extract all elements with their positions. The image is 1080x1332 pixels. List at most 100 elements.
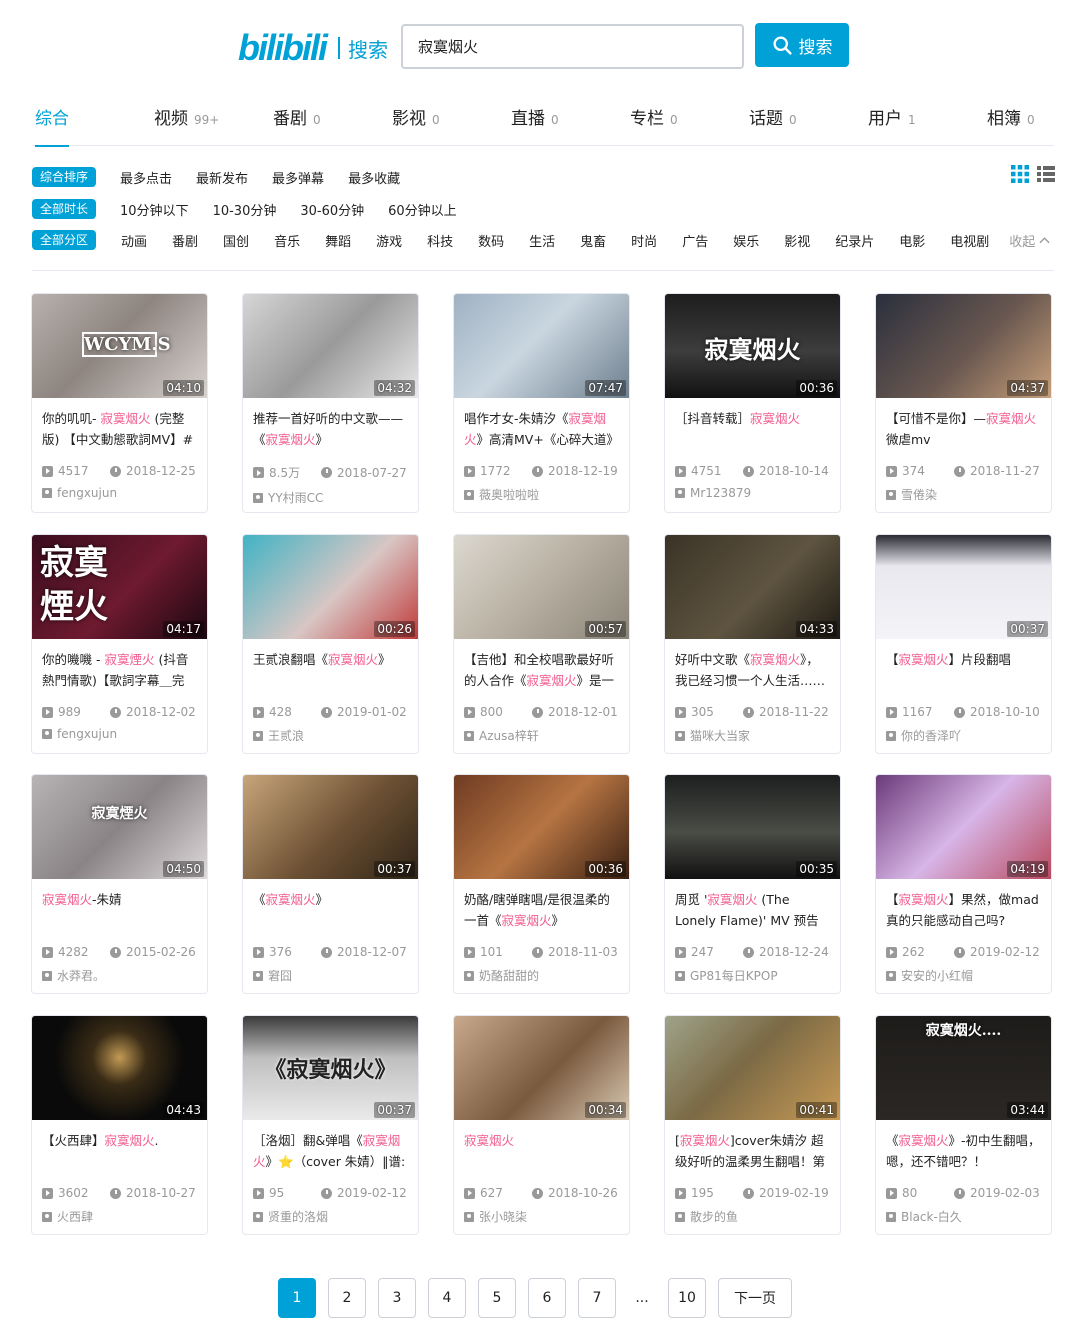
video-thumbnail[interactable]: 04:32	[243, 294, 418, 398]
sort-option[interactable]: 最新发布	[196, 168, 248, 187]
video-thumbnail[interactable]: 07:47	[454, 294, 629, 398]
video-card[interactable]: 04:19 【寂寞烟火】果然，做mad真的只能感动自己吗? 262 2019-02-1…	[875, 774, 1052, 994]
next-page-button[interactable]: 下一页	[718, 1278, 792, 1318]
video-title[interactable]: [寂寞烟火]cover朱婧汐 超级好听的温柔男生翻唱！第一	[675, 1130, 830, 1172]
video-card[interactable]: 00:26 王贰浪翻唱《寂寞烟火》 428 2019-01-02 王贰浪	[242, 534, 419, 754]
zone-option[interactable]: 舞蹈	[325, 231, 351, 250]
page-button-6[interactable]: 6	[528, 1278, 566, 1318]
zone-option[interactable]: 游戏	[376, 231, 402, 250]
zone-option[interactable]: 数码	[478, 231, 504, 250]
zone-option[interactable]: 鬼畜	[580, 231, 606, 250]
uploader[interactable]: 猫咪大当家	[675, 727, 830, 744]
video-title[interactable]: 周觅 '寂寞烟火 (The Lonely Flame)' MV 预告	[675, 889, 830, 931]
zone-option[interactable]: 音乐	[274, 231, 300, 250]
uploader[interactable]: 奶酪甜甜的	[464, 967, 619, 984]
uploader[interactable]: YY村雨CC	[253, 489, 408, 506]
video-title[interactable]: ［抖音转载］寂寞烟火	[675, 408, 830, 450]
video-title[interactable]: 奶酪/瞎弹瞎唱/是很温柔的一首《寂寞烟火》	[464, 889, 619, 931]
tab-1[interactable]: 视频 99+	[154, 104, 219, 140]
list-view-icon[interactable]	[1037, 165, 1055, 183]
tab-4[interactable]: 直播 0	[511, 104, 559, 140]
duration-option[interactable]: 60分钟以上	[388, 200, 457, 219]
video-card[interactable]: 04:33 好听中文歌《寂寞烟火》，我已经习惯一个人生活…… 305 2018-11-…	[664, 534, 841, 754]
video-title[interactable]: 你的嘰嘰 - 寂寞煙火 (抖音熱門情歌)【歌詞字幕＿完	[42, 649, 197, 691]
video-card[interactable]: 00:37 【寂寞烟火】片段翻唱 1167 2018-10-10 你的香泽吖	[875, 534, 1052, 754]
page-button-10[interactable]: 10	[668, 1278, 706, 1318]
video-card[interactable]: 寂寞烟火 00:36 ［抖音转载］寂寞烟火 4751 2018-10-14 Mr12387…	[664, 293, 841, 513]
video-title[interactable]: 好听中文歌《寂寞烟火》，我已经习惯一个人生活……	[675, 649, 830, 691]
video-thumbnail[interactable]: 寂寞烟火 00:36	[665, 294, 840, 398]
video-card[interactable]: 00:34 寂寞烟火 627 2018-10-26 张小晓柒	[453, 1015, 630, 1235]
zone-option[interactable]: 娱乐	[733, 231, 759, 250]
uploader[interactable]: 火西肆	[42, 1208, 197, 1225]
sort-option[interactable]: 最多弹幕	[272, 168, 324, 187]
uploader[interactable]: 安安的小红帽	[886, 967, 1041, 984]
video-title[interactable]: 寂寞烟火	[464, 1130, 619, 1172]
uploader[interactable]: 王贰浪	[253, 727, 408, 744]
video-thumbnail[interactable]: 00:37	[876, 535, 1051, 639]
zone-active-chip[interactable]: 全部分区	[32, 230, 97, 250]
zone-option[interactable]: 国创	[223, 231, 249, 250]
tab-8[interactable]: 相簿 0	[987, 104, 1035, 140]
uploader[interactable]: 张小晓柒	[464, 1208, 619, 1225]
grid-view-icon[interactable]	[1011, 165, 1029, 183]
video-card[interactable]: 寂寞煙火 04:50 寂寞烟火-朱婧 4282 2015-02-26 水莽君。	[31, 774, 208, 994]
video-title[interactable]: 寂寞烟火-朱婧	[42, 889, 197, 931]
tab-3[interactable]: 影视 0	[392, 104, 440, 140]
video-card[interactable]: 寂寞煙火 04:17 你的嘰嘰 - 寂寞煙火 (抖音熱門情歌)【歌詞字幕＿完 989 2…	[31, 534, 208, 754]
zone-option[interactable]: 番剧	[172, 231, 198, 250]
video-thumbnail[interactable]: 04:19	[876, 775, 1051, 879]
duration-option[interactable]: 10-30分钟	[213, 200, 277, 219]
video-title[interactable]: 【寂寞烟火】果然，做mad真的只能感动自己吗?	[886, 889, 1041, 931]
duration-active-chip[interactable]: 全部时长	[32, 199, 97, 219]
video-title[interactable]: 你的叽叽- 寂寞烟火 (完整版) 【中文動態歌詞MV】#	[42, 408, 197, 450]
video-title[interactable]: 推荐一首好听的中文歌——《寂寞烟火》	[253, 408, 408, 450]
zone-option[interactable]: 时尚	[631, 231, 657, 250]
video-card[interactable]: 00:37 《寂寞烟火》 376 2018-12-07 窘囧	[242, 774, 419, 994]
video-title[interactable]: 《寂寞烟火》-初中生翻唱，嗯，还不错吧？！	[886, 1130, 1041, 1172]
video-title[interactable]: 《寂寞烟火》	[253, 889, 408, 931]
video-thumbnail[interactable]: 00:41	[665, 1016, 840, 1120]
zone-option[interactable]: 科技	[427, 231, 453, 250]
video-thumbnail[interactable]: 《寂寞烟火》 00:37	[243, 1016, 418, 1120]
video-card[interactable]: 寂寞烟火.... 03:44 《寂寞烟火》-初中生翻唱，嗯，还不错吧？！ 80 2019…	[875, 1015, 1052, 1235]
video-thumbnail[interactable]: 04:43	[32, 1016, 207, 1120]
zone-option[interactable]: 广告	[682, 231, 708, 250]
video-thumbnail[interactable]: 寂寞烟火.... 03:44	[876, 1016, 1051, 1120]
uploader[interactable]: 贤重的洛烟	[253, 1208, 408, 1225]
duration-option[interactable]: 10分钟以下	[120, 200, 189, 219]
uploader[interactable]: 薇奥啦啦啦	[464, 486, 619, 503]
uploader[interactable]: 雪倦染	[886, 486, 1041, 503]
video-title[interactable]: 【可惜不是你】—寂寞烟火微虐mv	[886, 408, 1041, 450]
search-button[interactable]: 搜索	[755, 23, 849, 67]
video-thumbnail[interactable]: 04:33	[665, 535, 840, 639]
video-card[interactable]: 04:43 【火西肆】寂寞烟火. 3602 2018-10-27 火西肆	[31, 1015, 208, 1235]
search-input[interactable]: 寂寞烟火	[401, 24, 744, 69]
bilibili-logo[interactable]: bilibili 搜索	[238, 27, 388, 68]
video-card[interactable]: 《寂寞烟火》 00:37 ［洛烟］翻&弹唱《寂寞烟火》⭐（cover 朱婧）‖谱: 9…	[242, 1015, 419, 1235]
page-button-5[interactable]: 5	[478, 1278, 516, 1318]
uploader[interactable]: Black-白久	[886, 1208, 1041, 1225]
zone-collapse-button[interactable]: 收起	[1009, 231, 1050, 250]
uploader[interactable]: fengxujun	[42, 486, 197, 500]
page-button-1[interactable]: 1	[278, 1278, 316, 1318]
video-card[interactable]: 00:41 [寂寞烟火]cover朱婧汐 超级好听的温柔男生翻唱！第一 195 201…	[664, 1015, 841, 1235]
video-title[interactable]: 唱作才女-朱婧汐《寂寞烟火》高清MV+《心碎大道》	[464, 408, 619, 450]
video-title[interactable]: 王贰浪翻唱《寂寞烟火》	[253, 649, 408, 691]
video-title[interactable]: 【寂寞烟火】片段翻唱	[886, 649, 1041, 691]
zone-option[interactable]: 电影	[899, 231, 925, 250]
uploader[interactable]: 散步的鱼	[675, 1208, 830, 1225]
video-card[interactable]: 04:32 推荐一首好听的中文歌——《寂寞烟火》 8.5万 2018-07-27 YY村…	[242, 293, 419, 513]
video-card[interactable]: 00:36 奶酪/瞎弹瞎唱/是很温柔的一首《寂寞烟火》 101 2018-11-03 奶…	[453, 774, 630, 994]
video-card[interactable]: 00:35 周觅 '寂寞烟火 (The Lonely Flame)' MV 预告 2…	[664, 774, 841, 994]
video-card[interactable]: 04:37 【可惜不是你】—寂寞烟火微虐mv 374 2018-11-27 雪倦染	[875, 293, 1052, 513]
video-thumbnail[interactable]: 00:26	[243, 535, 418, 639]
uploader[interactable]: 水莽君。	[42, 967, 197, 984]
video-title[interactable]: 【吉他】和全校唱歌最好听的人合作《寂寞烟火》是一	[464, 649, 619, 691]
page-button-2[interactable]: 2	[328, 1278, 366, 1318]
sort-active-chip[interactable]: 综合排序	[32, 167, 97, 187]
tab-0[interactable]: 综合	[35, 104, 69, 147]
video-thumbnail[interactable]: 04:37	[876, 294, 1051, 398]
page-button-7[interactable]: 7	[578, 1278, 616, 1318]
uploader[interactable]: Azusa梓轩	[464, 727, 619, 744]
